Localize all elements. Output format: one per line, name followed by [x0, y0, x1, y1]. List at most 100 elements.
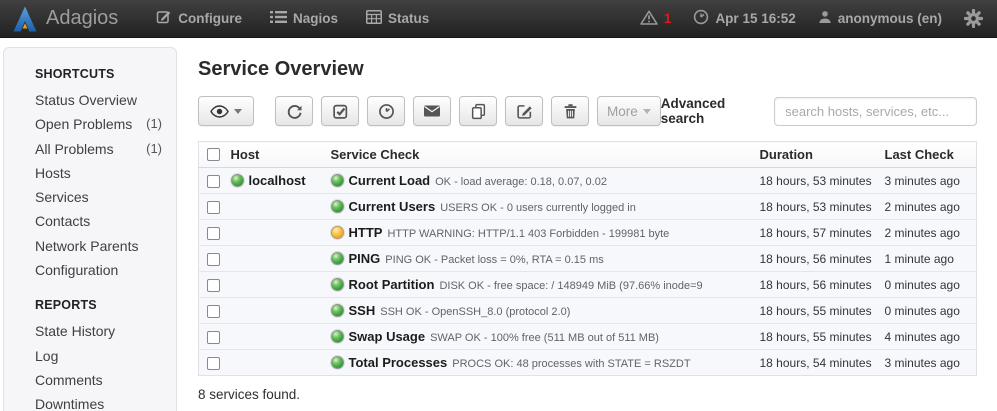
clock-indicator[interactable]: Apr 15 16:52 — [693, 9, 795, 28]
settings-gear-icon[interactable] — [964, 9, 983, 28]
last-check-cell: 1 minute ago — [881, 246, 977, 272]
service-status-text: USERS OK - 0 users currently logged in — [440, 202, 636, 214]
refresh-button[interactable] — [275, 96, 313, 126]
notify-button[interactable] — [413, 96, 451, 126]
sidebar-heading-shortcuts: SHORTCUTS — [35, 67, 162, 81]
caret-down-icon — [234, 109, 242, 114]
service-link[interactable]: Total Processes — [349, 355, 448, 370]
refresh-icon — [286, 103, 303, 120]
page-title: Service Overview — [198, 58, 977, 81]
sidebar-item-downtimes[interactable]: Downtimes — [35, 392, 162, 411]
sidebar-item-hosts[interactable]: Hosts — [35, 161, 162, 185]
view-dropdown-button[interactable] — [198, 96, 254, 126]
service-row: localhost Current Load OK - load average: … — [199, 168, 977, 194]
caret-down-icon — [643, 109, 651, 114]
duration-cell: 18 hours, 57 minutes — [756, 220, 881, 246]
envelope-icon — [423, 105, 441, 117]
service-status-orb — [331, 252, 344, 265]
sidebar-item-all-problems[interactable]: All Problems(1) — [35, 137, 162, 161]
duration-cell: 18 hours, 53 minutes — [756, 194, 881, 220]
edit-button[interactable] — [505, 96, 543, 126]
service-status-text: SSH OK - OpenSSH_8.0 (protocol 2.0) — [380, 306, 570, 318]
user-menu[interactable]: anonymous (en) — [818, 10, 942, 27]
service-link[interactable]: Current Load — [349, 173, 431, 188]
service-link[interactable]: Swap Usage — [349, 329, 426, 344]
sidebar-item-contacts[interactable]: Contacts — [35, 209, 162, 233]
row-checkbox[interactable] — [207, 331, 220, 344]
schedule-button[interactable] — [367, 96, 405, 126]
duration-cell: 18 hours, 55 minutes — [756, 324, 881, 350]
host-link[interactable]: localhost — [249, 173, 306, 188]
advanced-search: Advanced search — [661, 96, 977, 126]
more-button[interactable]: More — [597, 96, 661, 126]
service-status-text: OK - load average: 0.18, 0.07, 0.02 — [435, 176, 607, 188]
service-row: Current Users USERS OK - 0 users currentl… — [199, 194, 977, 220]
sidebar-item-log[interactable]: Log — [35, 344, 162, 368]
service-row: SSHSSH OK - OpenSSH_8.0 (protocol 2.0)18… — [199, 298, 977, 324]
last-check-cell: 2 minutes ago — [881, 220, 977, 246]
duration-cell: 18 hours, 56 minutes — [756, 246, 881, 272]
last-check-cell: 0 minutes ago — [881, 298, 977, 324]
eye-icon — [210, 105, 229, 118]
sidebar-item-network-parents[interactable]: Network Parents — [35, 234, 162, 258]
table-header-row: Host Service Check Duration Last Check — [199, 142, 977, 168]
col-last-check[interactable]: Last Check — [881, 142, 977, 168]
select-all-checkbox[interactable] — [207, 148, 220, 161]
trash-icon — [563, 103, 578, 120]
last-check-cell: 4 minutes ago — [881, 324, 977, 350]
service-row: Root PartitionDISK OK - free space: / 14… — [199, 272, 977, 298]
col-host[interactable]: Host — [227, 142, 327, 168]
main-menu: Configure Nagios Status — [156, 9, 429, 28]
adagios-logo-icon[interactable] — [12, 6, 38, 32]
delete-button[interactable] — [551, 96, 589, 126]
brand-title[interactable]: Adagios — [46, 7, 118, 30]
sidebar-item-state-history[interactable]: State History — [35, 319, 162, 343]
acknowledge-button[interactable] — [321, 96, 359, 126]
top-navbar: Adagios Configure Nagios Status 1 Apr 15 1… — [0, 0, 997, 38]
row-checkbox[interactable] — [207, 227, 220, 240]
last-check-cell: 3 minutes ago — [881, 350, 977, 376]
service-link[interactable]: PING — [349, 251, 381, 266]
search-input[interactable] — [774, 97, 977, 126]
services-table: Host Service Check Duration Last Check l… — [198, 141, 977, 376]
service-row: HTTP HTTP WARNING: HTTP/1.1 403 Forbidden… — [199, 220, 977, 246]
service-status-orb — [331, 356, 344, 369]
row-checkbox[interactable] — [207, 175, 220, 188]
row-checkbox[interactable] — [207, 201, 220, 214]
copy-icon — [470, 103, 487, 120]
sidebar-item-status-overview[interactable]: Status Overview — [35, 88, 162, 112]
service-status-text: HTTP WARNING: HTTP/1.1 403 Forbidden - 1… — [387, 228, 669, 240]
service-status-orb — [331, 174, 344, 187]
count-badge: (1) — [146, 137, 162, 161]
problems-indicator[interactable]: 1 — [640, 10, 672, 28]
row-checkbox[interactable] — [207, 357, 220, 370]
service-link[interactable]: HTTP — [349, 225, 383, 240]
sidebar-item-comments[interactable]: Comments — [35, 368, 162, 392]
nav-configure[interactable]: Configure — [156, 9, 242, 28]
service-status-text: PING OK - Packet loss = 0%, RTA = 0.15 m… — [385, 254, 603, 266]
service-link[interactable]: SSH — [349, 303, 376, 318]
row-checkbox[interactable] — [207, 305, 220, 318]
service-status-orb — [331, 304, 344, 317]
row-checkbox[interactable] — [207, 253, 220, 266]
toolbar: More Advanced search — [198, 96, 977, 126]
service-link[interactable]: Current Users — [349, 199, 436, 214]
problem-count: 1 — [664, 11, 672, 26]
nav-nagios[interactable]: Nagios — [270, 10, 338, 27]
service-row: Swap UsageSWAP OK - 100% free (511 MB ou… — [199, 324, 977, 350]
row-checkbox[interactable] — [207, 279, 220, 292]
sidebar-item-services[interactable]: Services — [35, 185, 162, 209]
sidebar: SHORTCUTS Status OverviewOpen Problems(1)… — [3, 47, 177, 411]
nav-status[interactable]: Status — [366, 10, 429, 27]
service-status-orb — [331, 278, 344, 291]
copy-button[interactable] — [459, 96, 497, 126]
col-service-check[interactable]: Service Check — [327, 142, 756, 168]
sidebar-item-configuration[interactable]: Configuration — [35, 258, 162, 282]
sidebar-item-open-problems[interactable]: Open Problems(1) — [35, 112, 162, 136]
service-row: Total ProcessesPROCS OK: 48 processes wi… — [199, 350, 977, 376]
duration-cell: 18 hours, 56 minutes — [756, 272, 881, 298]
col-duration[interactable]: Duration — [756, 142, 881, 168]
edit-icon — [516, 103, 533, 120]
clock-icon — [378, 103, 395, 120]
service-link[interactable]: Root Partition — [349, 277, 435, 292]
